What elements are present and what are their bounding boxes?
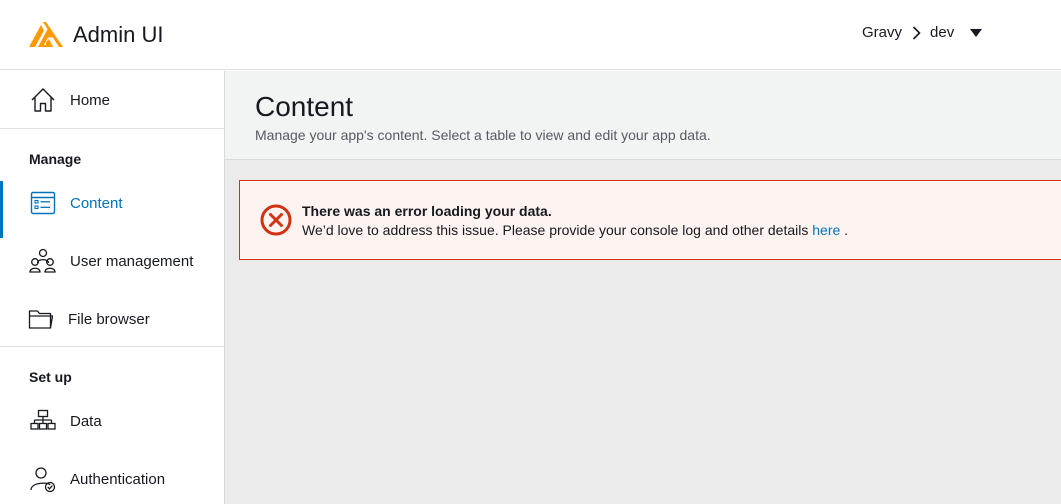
folder-icon <box>27 305 55 333</box>
alert-suffix: . <box>840 222 849 238</box>
sidebar-item-content[interactable]: Content <box>0 179 224 238</box>
divider <box>0 128 224 129</box>
sidebar-item-label: Home <box>70 91 111 109</box>
app-name: Gravy <box>862 24 903 41</box>
divider <box>0 346 224 347</box>
main-content: Content Manage your app's content. Selec… <box>225 71 1061 504</box>
environment-selector[interactable]: Gravy dev <box>862 24 983 41</box>
sidebar-item-label: File browser <box>68 310 150 328</box>
page-title: Content <box>255 91 354 122</box>
app-title: Admin UI <box>73 22 164 47</box>
here-link[interactable]: here <box>812 222 840 238</box>
page-description: Manage your app's content. Select a tabl… <box>255 127 711 143</box>
data-model-icon <box>29 407 57 435</box>
sidebar-item-label: User management <box>70 252 194 270</box>
sidebar-item-label: Content <box>70 194 123 212</box>
sidebar-item-label: Authentication <box>70 470 166 488</box>
content-table-icon <box>29 189 57 217</box>
user-verified-icon <box>29 465 57 493</box>
caret-down-icon[interactable] <box>970 28 983 37</box>
sidebar-item-label: Data <box>70 412 102 430</box>
error-x-circle-icon <box>260 204 292 236</box>
sidebar-nav: Home Manage Content User management File… <box>0 71 225 504</box>
alert-title: There was an error loading your data. <box>302 203 552 219</box>
alert-body-text: We’d love to address this issue. Please … <box>302 222 809 238</box>
sidebar-item-file-browser[interactable]: File browser <box>0 295 224 343</box>
chevron-right-icon <box>912 25 921 40</box>
home-icon <box>29 86 57 114</box>
users-icon <box>29 247 57 275</box>
page-header: Content Manage your app's content. Selec… <box>225 71 1061 160</box>
section-title-manage: Manage <box>29 151 82 167</box>
sidebar-item-data[interactable]: Data <box>0 397 224 445</box>
error-alert: There was an error loading your data. We… <box>239 180 1061 260</box>
section-title-setup: Set up <box>29 369 72 385</box>
top-header: Admin UI Gravy dev <box>0 0 1061 70</box>
sidebar-item-authentication[interactable]: Authentication <box>0 455 224 503</box>
sidebar-item-home[interactable]: Home <box>0 76 224 124</box>
alert-message: We’d love to address this issue. Please … <box>302 222 848 238</box>
environment-name: dev <box>930 24 955 41</box>
amplify-logo-icon <box>29 22 63 47</box>
sidebar-item-user-management[interactable]: User management <box>0 237 224 285</box>
